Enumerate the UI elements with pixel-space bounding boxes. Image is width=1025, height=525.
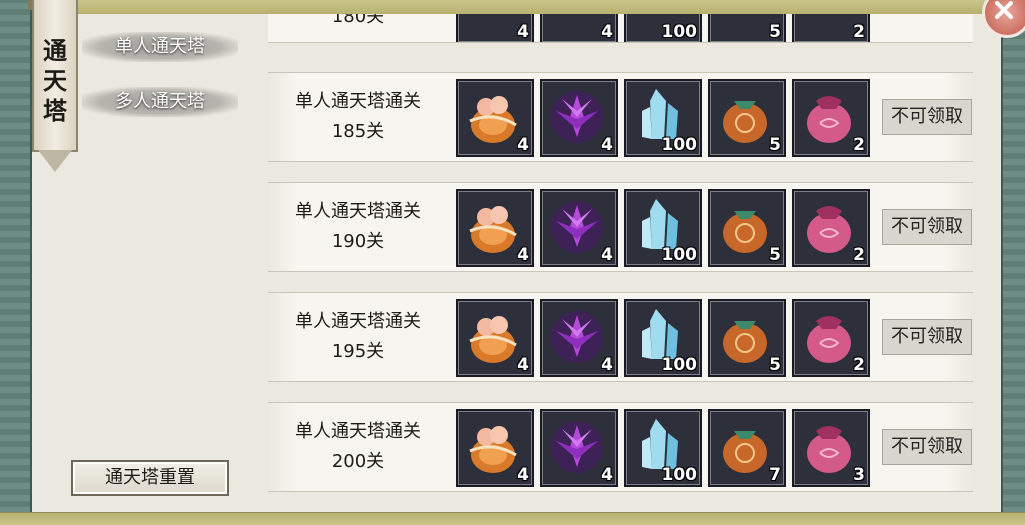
reward-item-orange-pouch[interactable]: 5: [708, 14, 786, 42]
item-count: 7: [769, 465, 781, 485]
reward-item[interactable]: 3: [792, 409, 870, 487]
item-count: 100: [661, 22, 698, 42]
tab-single-tower[interactable]: 单人通天塔: [82, 32, 238, 62]
frame-top-border: [0, 0, 1025, 15]
item-count: 5: [769, 245, 781, 265]
item-count: 2: [853, 245, 865, 265]
reward-item[interactable]: 100: [624, 409, 702, 487]
row-title-main: 单人通天塔通关: [295, 421, 421, 442]
frame-right-border: [1001, 0, 1025, 525]
item-count: 2: [853, 22, 865, 42]
close-icon: [995, 1, 1013, 19]
row-title: 单人通天塔通关 200关: [268, 417, 448, 477]
item-count: 100: [661, 135, 698, 155]
reward-item-purple-lotus[interactable]: 4: [540, 14, 618, 42]
item-count: 4: [517, 135, 529, 155]
reward-item-pink-pouch[interactable]: 2: [792, 14, 870, 42]
row-title-level: 200关: [331, 451, 385, 472]
tab-multi-tower[interactable]: 多人通天塔: [82, 87, 238, 117]
row-title: 180关: [268, 14, 448, 32]
item-count: 5: [769, 355, 781, 375]
reward-item[interactable]: 7: [708, 409, 786, 487]
reward-item[interactable]: 4: [456, 409, 534, 487]
item-count: 4: [517, 22, 529, 42]
reward-item[interactable]: 2: [792, 189, 870, 267]
row-title: 单人通天塔通关 190关: [268, 197, 448, 257]
row-title-level: 185关: [331, 121, 385, 142]
reward-item[interactable]: 100: [624, 189, 702, 267]
item-count: 4: [601, 22, 613, 42]
row-title-level: 195关: [331, 341, 385, 362]
banner-title: 通天塔: [34, 36, 76, 126]
row-title: 单人通天塔通关 195关: [268, 307, 448, 367]
reward-item[interactable]: 4: [540, 409, 618, 487]
item-count: 5: [769, 135, 781, 155]
banner-title-char: 天: [43, 67, 67, 95]
row-title: 单人通天塔通关 185关: [268, 87, 448, 147]
item-count: 4: [601, 245, 613, 265]
item-count: 4: [601, 465, 613, 485]
side-banner: 通天塔: [32, 0, 78, 172]
item-count: 4: [601, 355, 613, 375]
reward-item[interactable]: 5: [708, 299, 786, 377]
frame-bottom-border: [0, 512, 1025, 525]
reward-item[interactable]: 4: [540, 189, 618, 267]
reward-item[interactable]: 4: [456, 189, 534, 267]
item-count: 4: [517, 465, 529, 485]
reward-item[interactable]: 4: [540, 79, 618, 157]
item-count: 2: [853, 355, 865, 375]
reward-item[interactable]: 100: [624, 299, 702, 377]
item-count: 100: [661, 355, 698, 375]
reward-row: 单人通天塔通关 185关 4 4 100 5 2 不可领取: [268, 72, 973, 162]
frame-left-border: [0, 0, 32, 525]
row-title-main: 单人通天塔通关: [295, 91, 421, 112]
reward-row: 单人通天塔通关 195关 4 4 100 5 2 不可领取: [268, 292, 973, 382]
reward-item[interactable]: 4: [456, 299, 534, 377]
row-title-main: 单人通天塔通关: [295, 311, 421, 332]
tower-reset-button[interactable]: 通天塔重置: [71, 460, 229, 496]
reward-item[interactable]: 5: [708, 189, 786, 267]
reward-row: 单人通天塔通关 190关 4 4 100 5 2 不可领取: [268, 182, 973, 272]
claim-button[interactable]: 不可领取: [882, 319, 972, 355]
item-count: 4: [517, 355, 529, 375]
reward-item-orange-gourd[interactable]: 4: [456, 14, 534, 42]
row-title-level: 180关: [331, 14, 385, 27]
item-count: 100: [661, 245, 698, 265]
item-count: 5: [769, 22, 781, 42]
item-count: 4: [517, 245, 529, 265]
item-count: 4: [601, 135, 613, 155]
item-count: 3: [853, 465, 865, 485]
reward-item[interactable]: 100: [624, 79, 702, 157]
row-title-main: 单人通天塔通关: [295, 201, 421, 222]
claim-button[interactable]: 不可领取: [882, 209, 972, 245]
reward-item[interactable]: 4: [456, 79, 534, 157]
item-count: 100: [661, 465, 698, 485]
claim-button[interactable]: 不可领取: [882, 99, 972, 135]
item-count: 2: [853, 135, 865, 155]
reward-item[interactable]: 5: [708, 79, 786, 157]
banner-title-char: 通: [43, 37, 67, 65]
reward-item-blue-crystal[interactable]: 100: [624, 14, 702, 42]
banner-title-char: 塔: [43, 97, 67, 125]
reward-item[interactable]: 2: [792, 79, 870, 157]
reward-row: 单人通天塔通关 200关 4 4 100 7 3 不可领取: [268, 402, 973, 492]
claim-button[interactable]: 不可领取: [882, 429, 972, 465]
row-title-level: 190关: [331, 231, 385, 252]
reward-item[interactable]: 4: [540, 299, 618, 377]
reward-row-partial: 180关 4 4 100 5 2: [268, 14, 973, 43]
reward-item[interactable]: 2: [792, 299, 870, 377]
